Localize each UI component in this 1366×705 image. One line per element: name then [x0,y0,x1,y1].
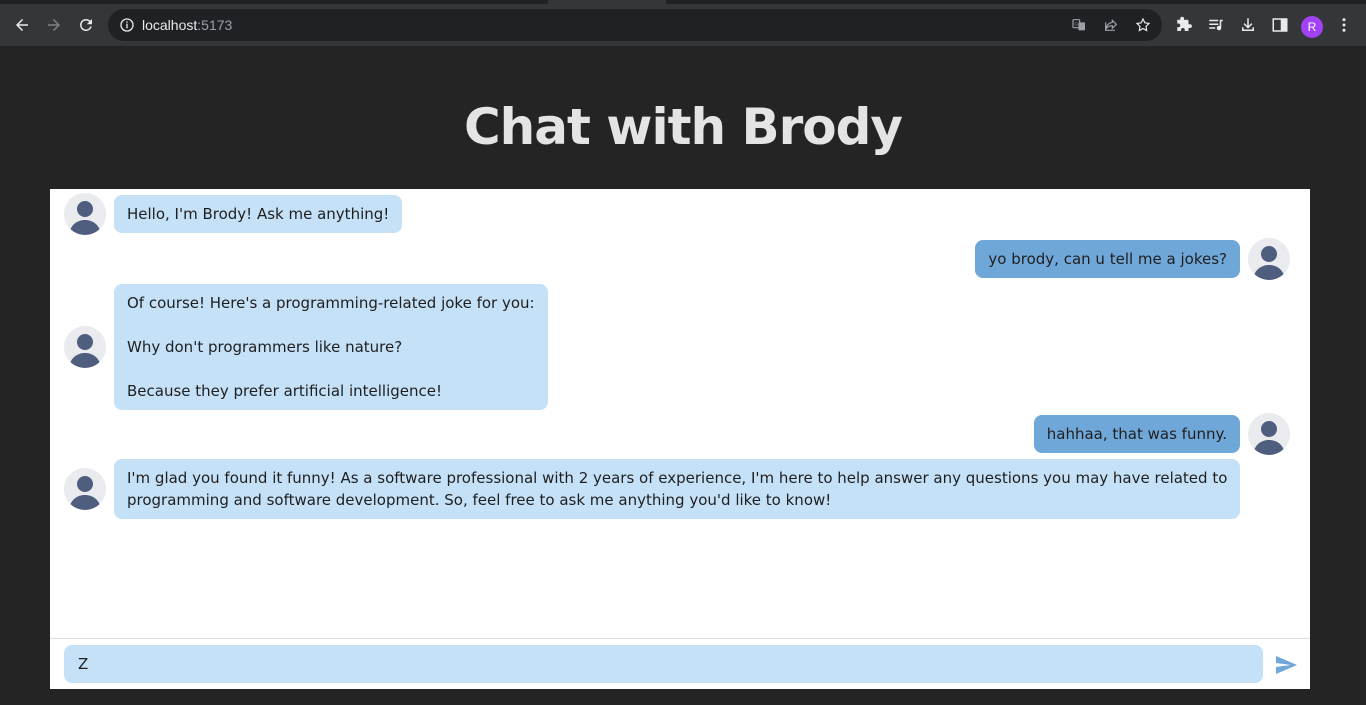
user-silhouette-icon [1248,238,1290,280]
bot-avatar [64,326,106,368]
page-title: Chat with Brody [463,98,903,156]
user-avatar [1248,413,1290,455]
message-text: hahhaa, that was funny. [1033,415,1240,453]
message-bot: I'm glad you found it funny! As a softwa… [64,459,1241,519]
media-controls-icon[interactable] [1207,16,1225,34]
reload-icon [79,18,92,31]
translate-icon[interactable]: G [1071,17,1087,33]
send-icon[interactable] [1274,653,1298,677]
message-text: Hello, I'm Brody! Ask me anything! [114,195,403,233]
composer [50,638,1310,689]
back-arrow-icon [16,19,28,31]
bot-avatar [64,193,106,235]
user-silhouette-icon [64,193,106,235]
message-text: yo brody, can u tell me a jokes? [975,240,1240,278]
message-input[interactable] [64,645,1263,683]
message-bot: Of course! Here's a programming-related … [64,284,548,410]
extensions-icon[interactable] [1175,16,1193,34]
message-text: Of course! Here's a programming-related … [114,284,548,410]
message-text: I'm glad you found it funny! As a softwa… [114,459,1241,519]
message-list: Hello, I'm Brody! Ask me anything! yo br… [50,189,1310,638]
back-button[interactable] [6,9,38,41]
message-user: hahhaa, that was funny. [1033,413,1290,455]
page: Chat with Brody Hello, I'm Brody! Ask me… [0,46,1366,705]
svg-text:G: G [1074,22,1078,27]
forward-button[interactable] [38,9,70,41]
message-user: yo brody, can u tell me a jokes? [975,238,1290,280]
bookmark-star-icon[interactable] [1135,17,1151,33]
info-icon[interactable] [119,17,135,33]
chat-window: Hello, I'm Brody! Ask me anything! yo br… [50,189,1310,689]
user-silhouette-icon [1248,413,1290,455]
url-text: localhost:5173 [142,17,233,33]
bot-avatar [64,468,106,510]
more-menu-icon[interactable] [1335,16,1353,34]
browser-toolbar: localhost:5173 G R [0,4,1366,46]
message-bot: Hello, I'm Brody! Ask me anything! [64,193,403,235]
address-bar[interactable]: localhost:5173 G [108,9,1162,41]
download-icon[interactable] [1239,16,1257,34]
share-icon[interactable] [1103,17,1119,33]
side-panel-icon[interactable] [1271,16,1289,34]
reload-button[interactable] [70,9,102,41]
forward-arrow-icon [48,19,60,31]
user-avatar [1248,238,1290,280]
user-silhouette-icon [64,326,106,368]
user-silhouette-icon [64,468,106,510]
profile-avatar[interactable]: R [1301,16,1323,38]
